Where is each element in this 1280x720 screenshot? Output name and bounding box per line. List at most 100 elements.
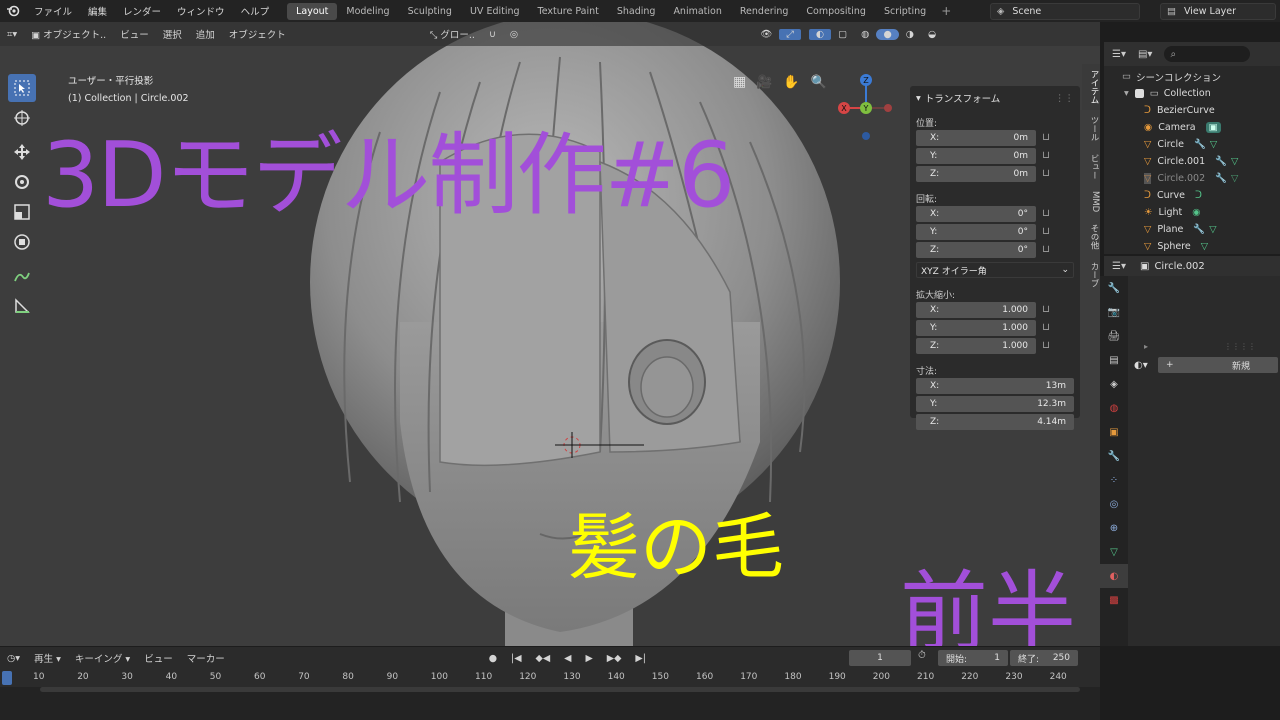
tab-mmd[interactable]: MMD [1082, 185, 1100, 218]
editor-type-icon[interactable]: ◷▾ [0, 653, 27, 664]
rotation-y-field[interactable]: Y: 0° [916, 223, 1036, 240]
tab-animation[interactable]: Animation [664, 3, 730, 20]
tab-compositing[interactable]: Compositing [797, 3, 875, 20]
stopwatch-icon[interactable]: ⏱ [918, 650, 926, 661]
output-icon[interactable]: 🖨 [1100, 324, 1128, 348]
move-tool-icon[interactable] [8, 138, 36, 166]
shading-material-icon[interactable]: ◑ [899, 29, 921, 40]
dimensions-z-field[interactable]: Z: 4.14m [916, 413, 1074, 430]
transform-panel-header[interactable]: ▾ トランスフォーム ⋮⋮ [916, 90, 1074, 106]
dimensions-y-field[interactable]: Y: 12.3m [916, 395, 1074, 412]
tab-scripting[interactable]: Scripting [875, 3, 935, 20]
dimensions-x-field[interactable]: X: 13m [916, 377, 1074, 394]
tab-rendering[interactable]: Rendering [731, 3, 798, 20]
scale-y-field[interactable]: Y: 1.000 [916, 319, 1036, 336]
checkbox-icon[interactable] [1134, 89, 1144, 98]
jump-end-button[interactable]: ▶| [628, 653, 653, 664]
overlay-toggle-icon[interactable]: ◐ [808, 28, 832, 40]
playhead[interactable] [2, 671, 12, 685]
tab-misc[interactable]: その他 [1082, 218, 1100, 256]
world-icon[interactable]: ◍ [1100, 396, 1128, 420]
rotation-mode-select[interactable]: XYZ オイラー角 ⌄ [916, 262, 1074, 278]
scene-selector[interactable]: ◈ Scene [990, 3, 1140, 20]
transform-tool-icon[interactable] [8, 228, 36, 256]
select-tool-icon[interactable] [8, 74, 36, 102]
next-keyframe-button[interactable]: ▶◆ [600, 653, 629, 664]
lock-icon[interactable]: ⊔ [1036, 208, 1056, 219]
3d-viewport[interactable]: ⌗▾ ▣ オブジェクト.. ビュー 選択 追加 オブジェクト ⤡ グロー.. ∪… [0, 22, 1100, 646]
proportional-edit-icon[interactable]: ◎ [503, 29, 525, 40]
lock-icon[interactable]: ⊔ [1036, 322, 1056, 333]
tab-view[interactable]: ビュー [1082, 148, 1100, 186]
scale-x-field[interactable]: X: 1.000 [916, 301, 1036, 318]
menu-view[interactable]: ビュー [113, 27, 156, 41]
axis-gizmo[interactable]: Z X Y [836, 72, 896, 148]
scale-z-field[interactable]: Z: 1.000 [916, 337, 1036, 354]
constraints-icon[interactable]: ⊕ [1100, 516, 1128, 540]
particles-icon[interactable]: ⁘ [1100, 468, 1128, 492]
tab-uv-editing[interactable]: UV Editing [461, 3, 529, 20]
search-field[interactable]: ⌕ [1164, 46, 1251, 62]
lock-icon[interactable]: ⊔ [1036, 132, 1056, 143]
outliner-item[interactable]: ▽ Circle.002 🔧 ▽ [1144, 170, 1238, 187]
menu-render[interactable]: レンダー [115, 4, 169, 18]
mode-selector[interactable]: ▣ オブジェクト.. [24, 27, 113, 41]
location-y-field[interactable]: Y: 0m [916, 147, 1036, 164]
menu-keying[interactable]: キーイング ▾ [68, 651, 137, 665]
lock-icon[interactable]: ⊔ [1036, 340, 1056, 351]
lock-icon[interactable]: ⊔ [1036, 168, 1056, 179]
timeline-ruler[interactable]: 10 20 30 40 50 60 70 80 90 100 110 120 130 140 150 160 1… [0, 669, 1100, 687]
menu-marker[interactable]: マーカー [180, 651, 232, 665]
play-button[interactable]: ▶ [578, 653, 599, 664]
menu-help[interactable]: ヘルプ [233, 4, 278, 18]
location-x-field[interactable]: X: 0m [916, 129, 1036, 146]
tab-tool[interactable]: ツール [1082, 110, 1100, 148]
menu-edit[interactable]: 編集 [80, 4, 115, 18]
menu-add[interactable]: 追加 [189, 27, 222, 41]
expand-arrow-icon[interactable]: ▸ [1144, 342, 1148, 351]
outliner-item[interactable]: ᑐ BezierCurve [1144, 102, 1215, 119]
tool-settings-icon[interactable]: 🔧 [1100, 276, 1128, 300]
lock-icon[interactable]: ⊔ [1036, 226, 1056, 237]
timeline[interactable]: 10 20 30 40 50 60 70 80 90 100 110 120 130 140 150 160 1… [0, 669, 1100, 720]
new-material-button[interactable]: + 新規 [1158, 357, 1278, 373]
outliner-item[interactable]: ▽ Sphere ▽ [1144, 238, 1208, 254]
rotation-z-field[interactable]: Z: 0° [916, 241, 1036, 258]
lock-icon[interactable]: ⊔ [1036, 304, 1056, 315]
outliner-item[interactable]: ▽ Plane 🔧 ▽ [1144, 221, 1217, 238]
view-layer-icon[interactable]: ▤ [1100, 348, 1128, 372]
play-reverse-button[interactable]: ◀ [557, 653, 578, 664]
start-frame-field[interactable]: 開始: 1 [938, 650, 1008, 666]
menu-playback[interactable]: 再生 ▾ [27, 651, 68, 665]
lock-icon[interactable]: ⊔ [1036, 150, 1056, 161]
xray-icon[interactable]: ▢ [831, 29, 854, 40]
snap-icon[interactable]: ∪ [482, 29, 503, 40]
rotate-tool-icon[interactable] [8, 168, 36, 196]
data-icon[interactable]: ▽ [1100, 540, 1128, 564]
location-z-field[interactable]: Z: 0m [916, 165, 1036, 182]
scene-icon[interactable]: ◈ [1100, 372, 1128, 396]
grid-view-icon[interactable]: ▦ [733, 74, 753, 94]
drag-handle-icon[interactable]: ⋮⋮ [1055, 93, 1074, 104]
outliner-item[interactable]: ▽ Circle.001 🔧 ▽ [1144, 153, 1238, 170]
shading-rendered-icon[interactable]: ◒ [921, 29, 943, 40]
tab-item[interactable]: アイテム [1082, 64, 1100, 110]
display-mode-icon[interactable]: ▤▾ [1138, 49, 1152, 60]
view-layer-selector[interactable]: ▤ View Layer [1160, 3, 1276, 20]
shading-wireframe-icon[interactable]: ◍ [854, 29, 876, 40]
tab-curve[interactable]: カーブ [1082, 256, 1100, 294]
end-frame-field[interactable]: 終了: 250 [1010, 650, 1078, 666]
tab-modeling[interactable]: Modeling [337, 3, 398, 20]
jump-start-button[interactable]: |◀ [504, 653, 529, 664]
menu-window[interactable]: ウィンドウ [169, 4, 233, 18]
tab-layout[interactable]: Layout [287, 2, 338, 20]
camera-view-icon[interactable]: 🎥 [756, 75, 780, 95]
visibility-icon[interactable]: 👁 [753, 29, 779, 40]
tab-sculpting[interactable]: Sculpting [399, 3, 461, 20]
scene-collection-row[interactable]: ▭ シーンコレクション [1122, 68, 1221, 85]
menu-file[interactable]: ファイル [26, 4, 80, 18]
modifier-icon[interactable]: 🔧 [1100, 444, 1128, 468]
timeline-scrollbar[interactable] [40, 687, 1080, 692]
shading-solid-icon[interactable]: ● [876, 28, 899, 40]
editor-type-icon[interactable]: ☰▾ [1112, 261, 1126, 272]
